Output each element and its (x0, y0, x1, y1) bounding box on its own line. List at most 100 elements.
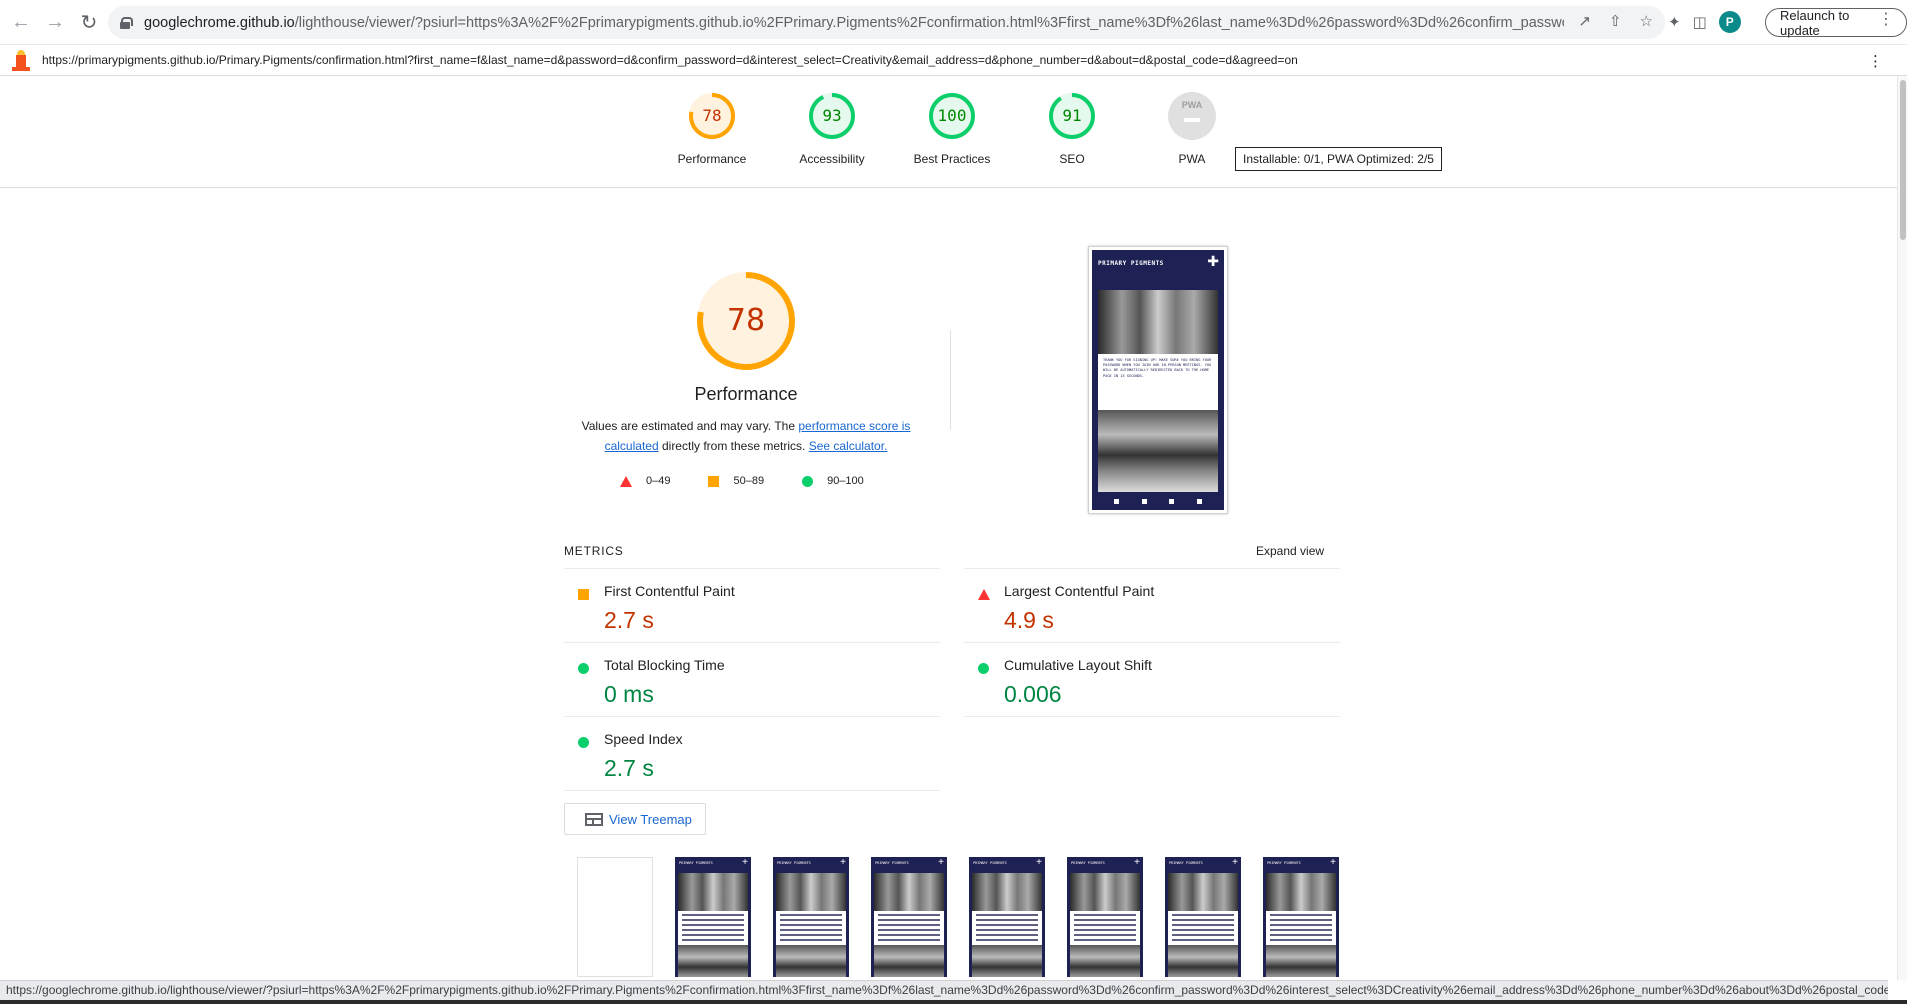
address-bar[interactable]: googlechrome.github.io/lighthouse/viewer… (108, 6, 1665, 39)
report-menu-icon[interactable]: ⋮ (1868, 52, 1883, 70)
final-screenshot[interactable]: PRIMARY PIGMENTS ✚ THANK YOU FOR SIGNING… (1088, 246, 1228, 514)
chrome-menu-icon[interactable]: ⋮ (1878, 12, 1894, 28)
lock-icon[interactable] (120, 16, 133, 29)
lighthouse-logo-icon (12, 49, 30, 71)
filmstrip-frame: PRIMARY PIGMENTS + (1263, 857, 1339, 977)
score-label: PWA (1178, 152, 1206, 166)
metric-tbt: Total Blocking Time 0 ms (564, 642, 940, 716)
filmstrip-brand: PRIMARY PIGMENTS (679, 861, 713, 865)
filmstrip-footer-image (1266, 945, 1336, 977)
bookmark-star-icon[interactable]: ☆ (1640, 12, 1653, 30)
desc-mid: directly from these metrics. (658, 439, 809, 453)
fail-triangle-icon (620, 475, 632, 487)
expand-view-toggle[interactable]: Expand view (1256, 544, 1324, 558)
filmstrip-message (776, 911, 846, 945)
score-value: 78 (702, 106, 722, 125)
facebook-icon (1114, 498, 1120, 504)
url-path: /lighthouse/viewer/?psiurl=https%3A%2F%2… (294, 14, 1564, 31)
taskbar-strip (0, 1000, 1907, 1004)
filmstrip-plus-icon: + (938, 857, 944, 868)
filmstrip-brand: PRIMARY PIGMENTS (777, 861, 811, 865)
pass-circle-icon (578, 737, 589, 748)
score-value: 91 (1062, 106, 1082, 125)
filmstrip-plus-icon: + (1232, 857, 1238, 868)
filmstrip-hero-image (1070, 873, 1140, 911)
score-gauge-pwa[interactable]: PWA PWA (1132, 76, 1252, 166)
filmstrip-plus-icon: + (742, 857, 748, 868)
filmstrip-footer-image (874, 945, 944, 977)
scroll-thumb[interactable] (1900, 80, 1906, 240)
score-label: Best Practices (913, 152, 991, 166)
x-icon (1141, 498, 1147, 504)
metric-name: Total Blocking Time (604, 657, 725, 673)
pass-circle-icon (978, 663, 989, 674)
forward-icon[interactable]: → (42, 9, 68, 35)
metric-value: 4.9 s (1004, 607, 1054, 633)
phone-footer-image (1098, 410, 1218, 492)
fail-triangle-icon (978, 589, 990, 600)
filmstrip-brand: PRIMARY PIGMENTS (1169, 861, 1203, 865)
view-treemap-button[interactable]: View Treemap (564, 803, 706, 835)
metrics-heading: METRICS (564, 544, 624, 558)
browser-toolbar: ← → ↻ googlechrome.github.io/lighthouse/… (0, 0, 1907, 45)
metric-name: First Contentful Paint (604, 583, 735, 599)
filmstrip-message (1168, 911, 1238, 945)
score-label: SEO (1059, 152, 1085, 166)
metric-value: 0 ms (604, 681, 654, 707)
metric-speed-index: Speed Index 2.7 s (564, 716, 940, 790)
back-icon[interactable]: ← (8, 9, 34, 35)
score-gauge-accessibility[interactable]: 93 Accessibility (772, 76, 892, 166)
filmstrip-message (1070, 911, 1140, 945)
filmstrip-brand: PRIMARY PIGMENTS (1267, 861, 1301, 865)
performance-description: Values are estimated and may vary. The p… (573, 416, 919, 456)
metric-name: Cumulative Layout Shift (1004, 657, 1152, 673)
filmstrip-frame: PRIMARY PIGMENTS + (1067, 857, 1143, 977)
instagram-icon (1169, 498, 1175, 504)
pwa-tooltip: Installable: 0/1, PWA Optimized: 2/5 (1235, 147, 1442, 171)
phone-message: THANK YOU FOR SIGNING UP! MAKE SURE YOU … (1098, 354, 1218, 410)
filmstrip-plus-icon: + (1330, 857, 1336, 868)
address-bar-url[interactable]: googlechrome.github.io/lighthouse/viewer… (144, 15, 1564, 31)
share-icon[interactable]: ⇧ (1609, 12, 1622, 30)
page-scrollbar[interactable] (1897, 76, 1907, 980)
phone-social-icons (1092, 494, 1224, 508)
pwa-badge-text: PWA (1181, 100, 1203, 110)
scores-header: 78 Performance 93 Accessibility 100 Best… (0, 76, 1900, 188)
tested-url[interactable]: https://primarypigments.github.io/Primar… (42, 53, 1298, 67)
open-in-new-icon[interactable]: ↗ (1578, 12, 1591, 30)
filmstrip-brand: PRIMARY PIGMENTS (1071, 861, 1105, 865)
filmstrip-footer-image (776, 945, 846, 977)
filmstrip-brand: PRIMARY PIGMENTS (875, 861, 909, 865)
filmstrip-hero-image (678, 873, 748, 911)
filmstrip-footer-image (1070, 945, 1140, 977)
filmstrip-hero-image (1168, 873, 1238, 911)
divider (564, 790, 940, 791)
see-calculator-link[interactable]: See calculator. (809, 439, 888, 453)
view-treemap-label: View Treemap (609, 811, 692, 827)
phone-menu-plus-icon: ✚ (1207, 253, 1219, 269)
filmstrip-frame (577, 857, 653, 977)
score-gauge-seo[interactable]: 91 SEO (1012, 76, 1132, 166)
performance-title: Performance (694, 384, 798, 404)
score-gauge-best-practices[interactable]: 100 Best Practices (892, 76, 1012, 166)
profile-avatar[interactable]: P (1718, 11, 1741, 33)
score-gauge-performance[interactable]: 78 Performance (652, 76, 772, 166)
legend-average: 50–89 (733, 475, 765, 487)
filmstrip-frame: PRIMARY PIGMENTS + (675, 857, 751, 977)
extensions-puzzle-icon[interactable]: ✦ (1668, 13, 1681, 31)
filmstrip-hero-image (972, 873, 1042, 911)
filmstrip-plus-icon: + (1036, 857, 1042, 868)
phone-brand: PRIMARY PIGMENTS (1098, 260, 1164, 267)
filmstrip-message (678, 911, 748, 945)
url-host: googlechrome.github.io (144, 14, 295, 31)
side-panel-icon[interactable]: ◫ (1693, 13, 1707, 31)
score-legend: 0–49 50–89 90–100 (620, 475, 864, 487)
metric-name: Largest Contentful Paint (1004, 583, 1155, 599)
filmstrip-hero-image (776, 873, 846, 911)
metric-value: 2.7 s (604, 755, 654, 781)
score-value: 93 (822, 106, 842, 125)
score-label: Performance (677, 152, 747, 166)
average-square-icon (578, 589, 589, 600)
divider (964, 716, 1340, 717)
reload-icon[interactable]: ↻ (76, 9, 102, 35)
